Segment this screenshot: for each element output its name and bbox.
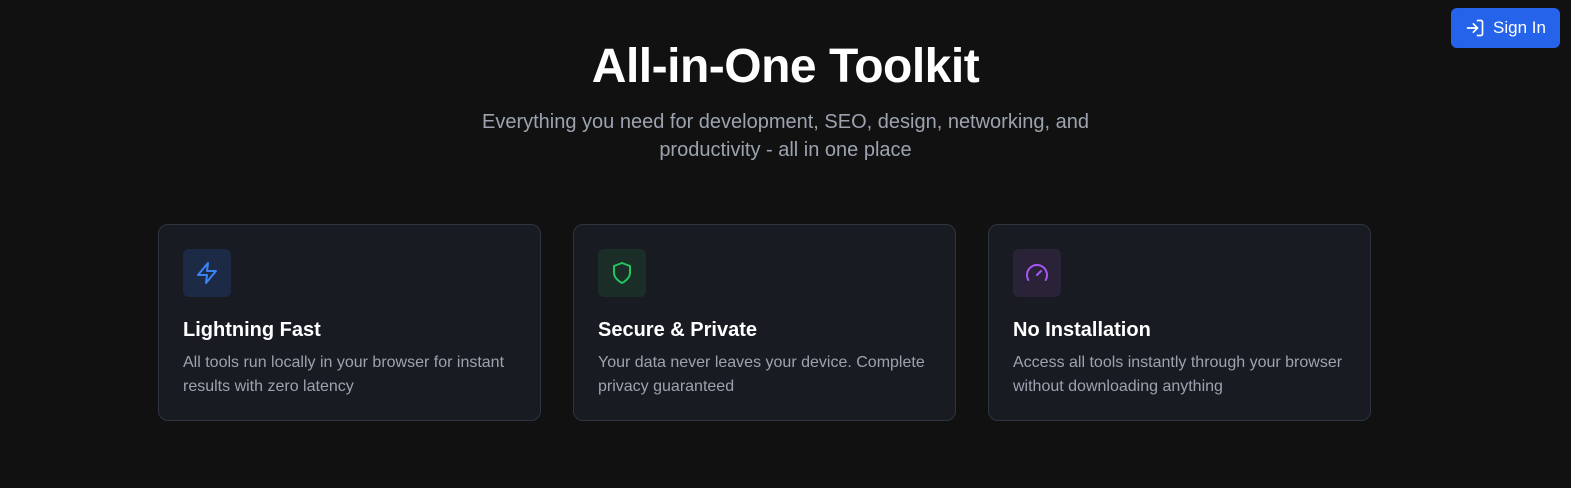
hero-section: All-in-One Toolkit Everything you need f… [0, 38, 1571, 164]
page-subtitle: Everything you need for development, SEO… [481, 111, 1090, 161]
log-in-icon [1466, 19, 1484, 37]
page-title: All-in-One Toolkit [591, 40, 980, 93]
feature-description: Access all tools instantly through your … [1013, 354, 1343, 395]
feature-title: Secure & Private [598, 319, 757, 341]
feature-icon-box [183, 249, 231, 297]
feature-title: Lightning Fast [183, 319, 321, 341]
feature-card-secure-private: Secure & Private Your data never leaves … [573, 224, 956, 421]
shield-icon [613, 262, 631, 284]
feature-cards: Lightning Fast All tools run locally in … [158, 224, 1371, 421]
gauge-icon [1026, 264, 1048, 281]
page: Sign In All-in-One Toolkit Everything yo… [0, 0, 1571, 488]
sign-in-label: Sign In [1493, 18, 1546, 37]
feature-card-no-installation: No Installation Access all tools instant… [988, 224, 1371, 421]
feature-card-lightning-fast: Lightning Fast All tools run locally in … [158, 224, 541, 421]
feature-icon-box [1013, 249, 1061, 297]
feature-icon-box [598, 249, 646, 297]
lightning-icon [197, 262, 217, 284]
feature-description: All tools run locally in your browser fo… [183, 354, 505, 395]
feature-description: Your data never leaves your device. Comp… [598, 354, 925, 395]
feature-title: No Installation [1013, 319, 1151, 341]
